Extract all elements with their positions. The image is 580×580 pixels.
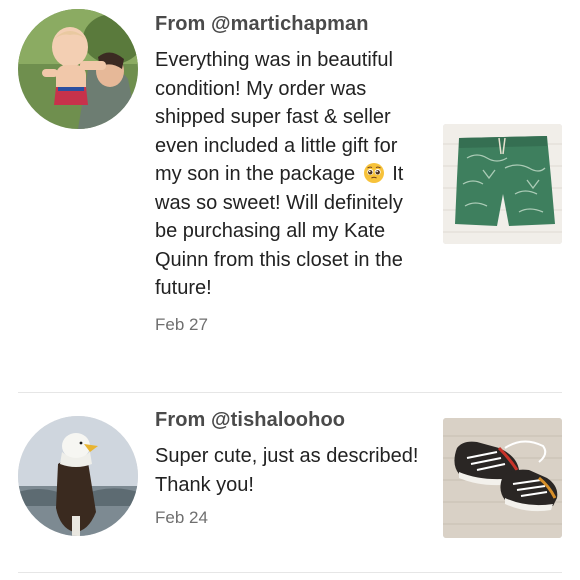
- review-date: Feb 27: [155, 314, 208, 334]
- reviewer-name[interactable]: From @martichapman: [155, 12, 425, 36]
- review-body: From @martichapman Everything was in bea…: [155, 12, 425, 335]
- bald-eagle-photo: [18, 416, 138, 536]
- reviewer-name[interactable]: From @tishaloohoo: [155, 408, 430, 432]
- review-text-part: Everything was in beautiful condition! M…: [155, 49, 398, 185]
- reviewer-avatar[interactable]: [18, 9, 138, 129]
- product-thumbnail[interactable]: [443, 124, 562, 244]
- product-thumbnail[interactable]: [443, 418, 562, 538]
- toddler-sneakers-photo: [443, 418, 562, 538]
- reviewer-avatar[interactable]: [18, 416, 138, 536]
- divider: [18, 572, 562, 573]
- green-patterned-shorts-photo: [443, 124, 562, 244]
- review-item: From @martichapman Everything was in bea…: [0, 0, 580, 392]
- review-text: Everything was in beautiful condition! M…: [155, 46, 423, 303]
- mother-and-baby-photo: [18, 9, 138, 129]
- reviews-feed: From @martichapman Everything was in bea…: [0, 0, 580, 580]
- review-body: From @tishaloohoo Super cute, just as de…: [155, 408, 430, 528]
- pleading-face-emoji-icon: [363, 163, 384, 183]
- review-item: From @tishaloohoo Super cute, just as de…: [0, 393, 580, 571]
- review-text: Super cute, just as described! Thank you…: [155, 445, 419, 496]
- review-date: Feb 24: [155, 508, 208, 527]
